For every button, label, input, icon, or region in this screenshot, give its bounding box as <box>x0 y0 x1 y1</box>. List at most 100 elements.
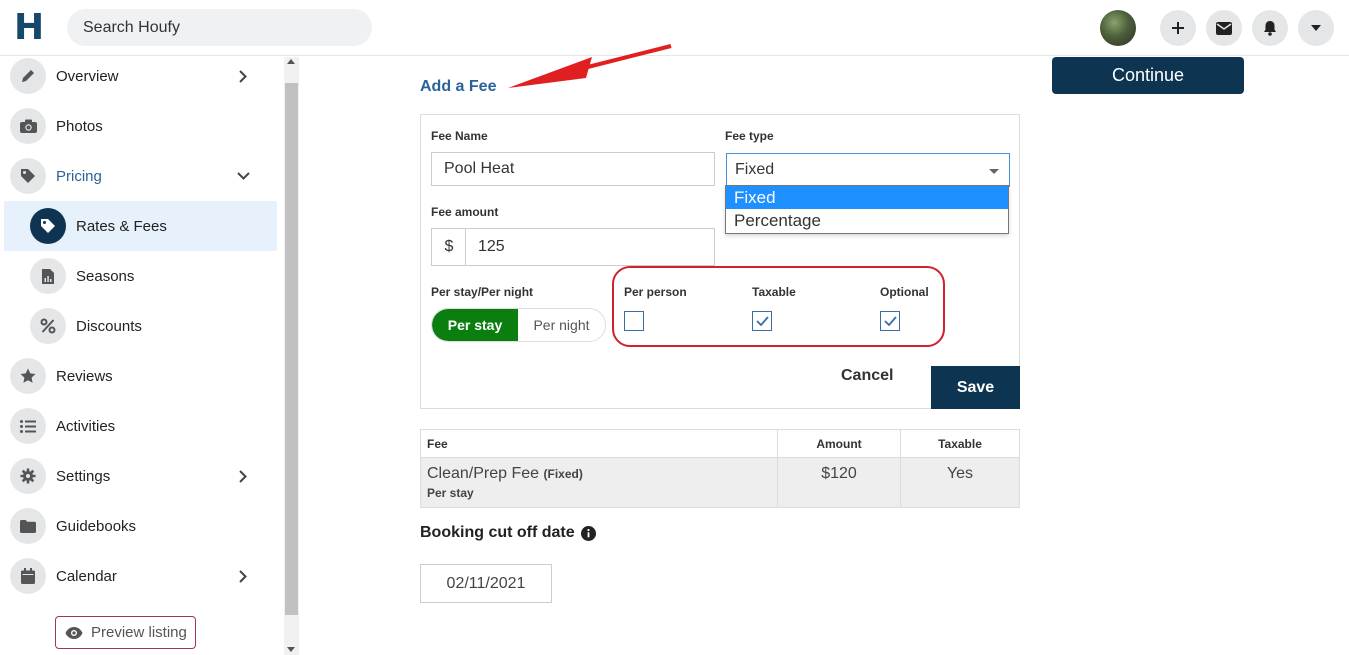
page-title: Add a Fee <box>420 78 497 95</box>
sidebar-item-label: Discounts <box>76 317 142 335</box>
taxable-label: Taxable <box>752 285 796 299</box>
sidebar-item-settings[interactable]: Settings <box>0 451 284 501</box>
fee-name-label: Fee Name <box>431 129 488 143</box>
sidebar-item-label: Calendar <box>56 567 117 585</box>
column-header-amount: Amount <box>777 429 901 458</box>
per-stay-night-toggle: Per stay Per night <box>431 308 606 342</box>
column-header-fee: Fee <box>420 429 778 458</box>
houfy-logo[interactable]: H <box>14 9 44 47</box>
fee-type-dropdown: Fixed Percentage <box>725 185 1009 234</box>
sidebar-item-activities[interactable]: Activities <box>0 401 284 451</box>
fee-period: Per stay <box>427 486 474 500</box>
chevron-right-icon <box>236 569 250 583</box>
bell-icon <box>1264 21 1276 36</box>
gear-icon <box>10 458 46 494</box>
fee-name-input[interactable]: Pool Heat <box>431 152 715 186</box>
annotation-arrow-icon <box>508 44 672 88</box>
avatar[interactable] <box>1100 10 1136 46</box>
taxable-cell: Yes <box>900 457 1020 508</box>
caret-down-icon <box>1311 25 1321 31</box>
sidebar-item-guidebooks[interactable]: Guidebooks <box>0 501 284 551</box>
cancel-button[interactable]: Cancel <box>841 367 893 385</box>
table-row[interactable]: Clean/Prep Fee (Fixed) Per stay $120 Yes <box>420 457 1020 508</box>
star-icon <box>10 358 46 394</box>
per-person-label: Per person <box>624 285 687 299</box>
chart-file-icon <box>30 258 66 294</box>
booking-cutoff-heading: Booking cut off date <box>420 524 596 542</box>
chevron-down-icon <box>236 169 250 183</box>
fee-type: (Fixed) <box>543 467 583 481</box>
preview-listing-label: Preview listing <box>91 624 187 641</box>
amount-cell: $120 <box>777 457 901 508</box>
add-button[interactable] <box>1160 10 1196 46</box>
currency-prefix: $ <box>431 228 466 266</box>
select-arrow-icon <box>989 169 999 174</box>
column-header-taxable: Taxable <box>900 429 1020 458</box>
per-person-checkbox[interactable] <box>624 311 644 331</box>
sidebar-item-label: Photos <box>56 117 103 135</box>
calendar-icon <box>10 558 46 594</box>
fee-amount-input[interactable]: 125 <box>465 228 715 266</box>
notifications-button[interactable] <box>1252 10 1288 46</box>
fee-cell: Clean/Prep Fee (Fixed) Per stay <box>420 457 778 508</box>
chevron-right-icon <box>236 469 250 483</box>
scroll-up-arrow-icon[interactable] <box>287 59 295 64</box>
sidebar-item-discounts[interactable]: Discounts <box>4 301 277 351</box>
continue-button[interactable]: Continue <box>1052 57 1244 94</box>
eye-icon <box>65 626 83 639</box>
sidebar-item-reviews[interactable]: Reviews <box>0 351 284 401</box>
fee-type-option-percentage[interactable]: Percentage <box>726 209 1008 232</box>
sidebar-item-photos[interactable]: Photos <box>0 101 284 151</box>
sidebar-item-label: Guidebooks <box>56 517 137 535</box>
tag-icon <box>30 208 66 244</box>
fees-table: Fee Amount Taxable Clean/Prep Fee (Fixed… <box>420 429 1020 508</box>
checkmark-icon <box>755 316 769 326</box>
fee-type-selected-value: Fixed <box>735 161 775 178</box>
plus-icon <box>1172 22 1184 34</box>
preview-listing-button[interactable]: Preview listing <box>55 616 196 649</box>
booking-cutoff-label: Booking cut off date <box>420 524 575 541</box>
sidebar-item-overview[interactable]: Overview <box>0 51 284 101</box>
per-stay-night-label: Per stay/Per night <box>431 285 534 299</box>
sidebar-item-calendar[interactable]: Calendar <box>0 551 284 601</box>
pencil-icon <box>10 58 46 94</box>
cutoff-date-input[interactable]: 02/11/2021 <box>420 564 552 603</box>
per-night-option[interactable]: Per night <box>518 309 605 341</box>
list-icon <box>10 408 46 444</box>
sidebar-item-pricing[interactable]: Pricing <box>0 151 284 201</box>
sidebar-item-label: Overview <box>56 67 119 85</box>
save-button[interactable]: Save <box>931 366 1020 409</box>
camera-icon <box>10 108 46 144</box>
add-fee-form: Fee Name Pool Heat Fee type Fixed Fee am… <box>420 114 1020 409</box>
optional-checkbox[interactable] <box>880 311 900 331</box>
scrollbar-thumb[interactable] <box>285 83 298 615</box>
sidebar-item-label: Reviews <box>56 367 113 385</box>
taxable-checkbox[interactable] <box>752 311 772 331</box>
sidebar-item-label: Activities <box>56 417 116 435</box>
envelope-icon <box>1216 21 1232 35</box>
fee-type-label: Fee type <box>725 129 774 143</box>
sidebar: Overview Photos Pricing Rates & Fees Sea… <box>0 57 284 655</box>
sidebar-item-label: Seasons <box>76 267 135 285</box>
checkmark-icon <box>883 316 897 326</box>
fee-name: Clean/Prep Fee <box>427 465 540 482</box>
sidebar-item-label: Pricing <box>56 167 102 185</box>
sidebar-item-label: Settings <box>56 467 111 485</box>
table-header-row: Fee Amount Taxable <box>420 429 1020 458</box>
optional-label: Optional <box>880 285 929 299</box>
sidebar-item-label: Rates & Fees <box>76 217 167 235</box>
sidebar-item-seasons[interactable]: Seasons <box>4 251 277 301</box>
percent-icon <box>30 308 66 344</box>
account-menu-button[interactable] <box>1298 10 1334 46</box>
fee-type-option-fixed[interactable]: Fixed <box>726 186 1008 209</box>
messages-button[interactable] <box>1206 10 1242 46</box>
sidebar-item-rates-fees[interactable]: Rates & Fees <box>4 201 277 251</box>
chevron-right-icon <box>236 69 250 83</box>
fee-type-select[interactable]: Fixed <box>726 153 1010 187</box>
scroll-down-arrow-icon[interactable] <box>287 647 295 652</box>
sidebar-scrollbar[interactable] <box>284 57 299 655</box>
fee-amount-label: Fee amount <box>431 205 499 219</box>
per-stay-option[interactable]: Per stay <box>432 309 518 341</box>
info-icon[interactable] <box>580 525 596 541</box>
search-input[interactable]: Search Houfy <box>67 9 372 46</box>
